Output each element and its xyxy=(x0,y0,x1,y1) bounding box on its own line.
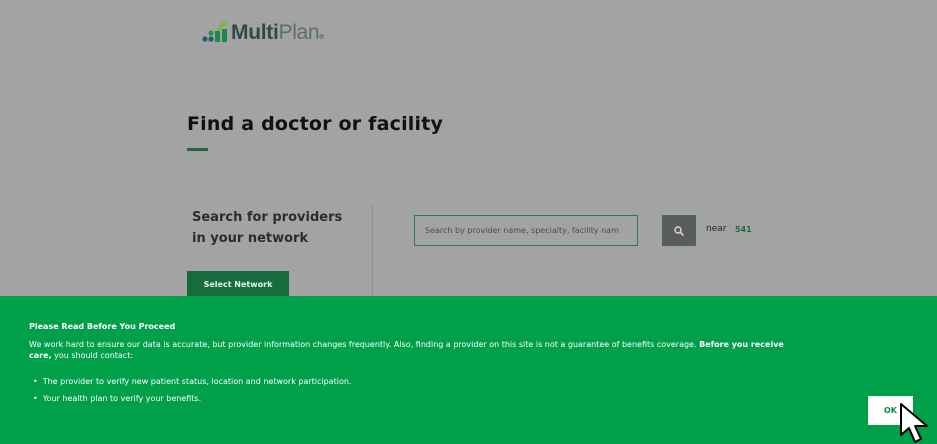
search-icon xyxy=(674,225,684,236)
brand-name: MultiPlan® xyxy=(231,21,324,44)
mouse-cursor-icon xyxy=(900,403,928,443)
search-heading-line2: in your network xyxy=(192,231,309,246)
list-item: The provider to verify new patient statu… xyxy=(33,373,352,390)
search-heading: Search for providers in your network xyxy=(192,207,362,249)
banner-body: We work hard to ensure our data is accur… xyxy=(29,339,789,361)
vertical-divider xyxy=(372,204,373,296)
disclaimer-banner: Please Read Before You Proceed We work h… xyxy=(0,296,937,444)
page-title: Find a doctor or facility xyxy=(187,113,444,135)
trademark-symbol: ® xyxy=(319,35,324,41)
multiplan-logo-icon xyxy=(202,21,227,42)
provider-search-input[interactable] xyxy=(414,215,638,246)
search-button[interactable] xyxy=(662,215,696,246)
brand-name-bold: Multi xyxy=(231,21,279,44)
near-label: near xyxy=(706,224,727,234)
search-heading-line1: Search for providers xyxy=(192,210,343,225)
multiplan-logo[interactable]: MultiPlan® xyxy=(202,20,324,44)
banner-title: Please Read Before You Proceed xyxy=(29,322,176,331)
banner-list: The provider to verify new patient statu… xyxy=(33,373,352,407)
banner-body-start: We work hard to ensure our data is accur… xyxy=(29,340,697,349)
title-underline xyxy=(187,148,208,151)
list-item: Your health plan to verify your benefits… xyxy=(33,390,351,407)
select-network-button[interactable]: Select Network xyxy=(187,271,289,298)
near-location-link[interactable]: 541 xyxy=(735,225,752,234)
banner-body-end: you should contact: xyxy=(54,351,134,360)
brand-name-light: Plan xyxy=(278,21,320,44)
